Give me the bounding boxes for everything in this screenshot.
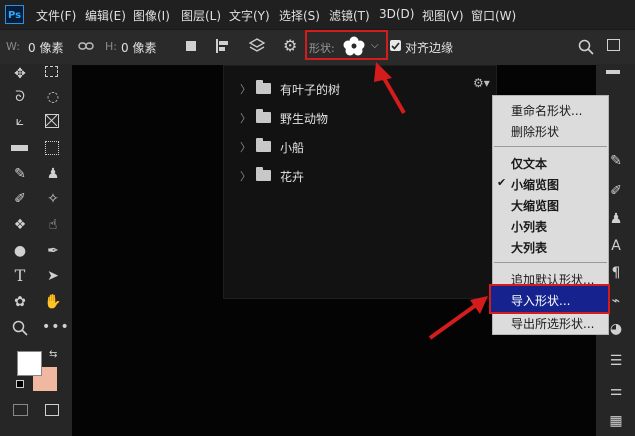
annotation-arrow-import — [428, 303, 478, 340]
annotation-arrows — [374, 62, 488, 340]
annotation-arrowhead-shape — [374, 62, 392, 82]
